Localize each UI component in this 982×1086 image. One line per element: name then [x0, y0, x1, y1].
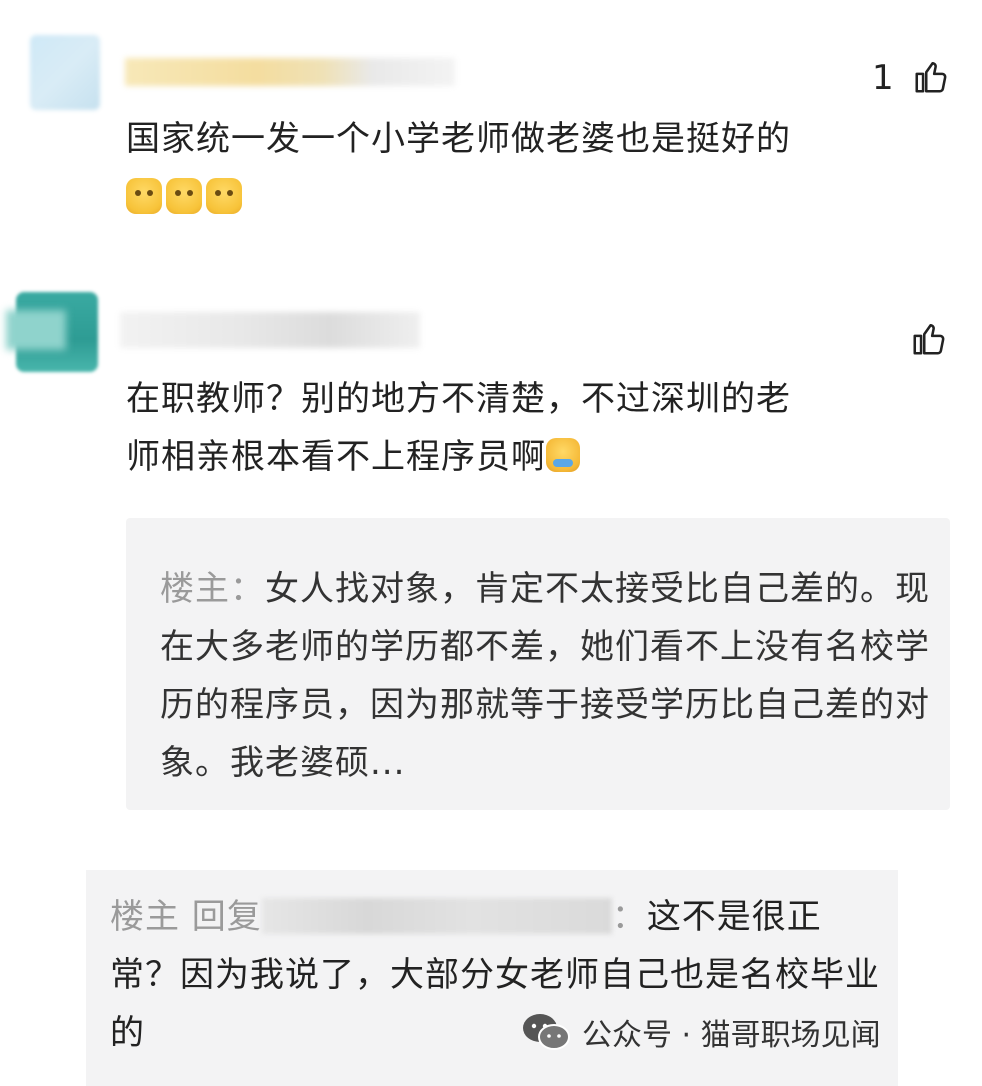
comment-text: 国家统一发一个小学老师做老婆也是挺好的 — [126, 119, 791, 159]
avatar[interactable] — [30, 35, 100, 110]
like-button[interactable] — [912, 58, 950, 100]
like-count: 1 — [872, 58, 894, 98]
avatar-blur — [6, 310, 66, 350]
watermark-text: 公众号 · 猫哥职场见闻 — [582, 1018, 881, 1053]
like-button[interactable] — [910, 320, 948, 362]
reply-prefix: 楼主 回复 — [110, 897, 262, 937]
wechat-icon — [523, 1014, 570, 1050]
emoji-row — [126, 178, 242, 214]
quote-body: 女人找对象，肯定不太接受比自己差的。现在大多老师的学历都不差，她们看不上没有名校… — [160, 569, 930, 783]
emoji-icon — [206, 178, 242, 214]
comment-line: 师相亲根本看不上程序员啊 — [126, 428, 886, 486]
thumbs-up-icon — [915, 61, 947, 93]
username-blurred[interactable] — [120, 312, 420, 348]
quote-author: 楼主： — [160, 569, 265, 609]
emoji-icon — [126, 178, 162, 214]
comment-text: 在职教师？别的地方不清楚，不过深圳的老 师相亲根本看不上程序员啊 — [126, 370, 886, 486]
reply-colon: ： — [611, 897, 647, 937]
comment-line-text: 师相亲根本看不上程序员啊 — [126, 437, 546, 477]
emoji-icon — [166, 178, 202, 214]
quoted-comment-text: 楼主：女人找对象，肯定不太接受比自己差的。现在大多老师的学历都不差，她们看不上没… — [160, 560, 930, 792]
username-blurred[interactable] — [125, 58, 455, 86]
reply-target-blurred — [261, 898, 612, 934]
thumbs-up-icon — [913, 323, 945, 355]
crying-emoji-icon — [546, 438, 580, 472]
watermark: 公众号 · 猫哥职场见闻 — [520, 1010, 881, 1054]
comment-line: 在职教师？别的地方不清楚，不过深圳的老 — [126, 379, 791, 419]
